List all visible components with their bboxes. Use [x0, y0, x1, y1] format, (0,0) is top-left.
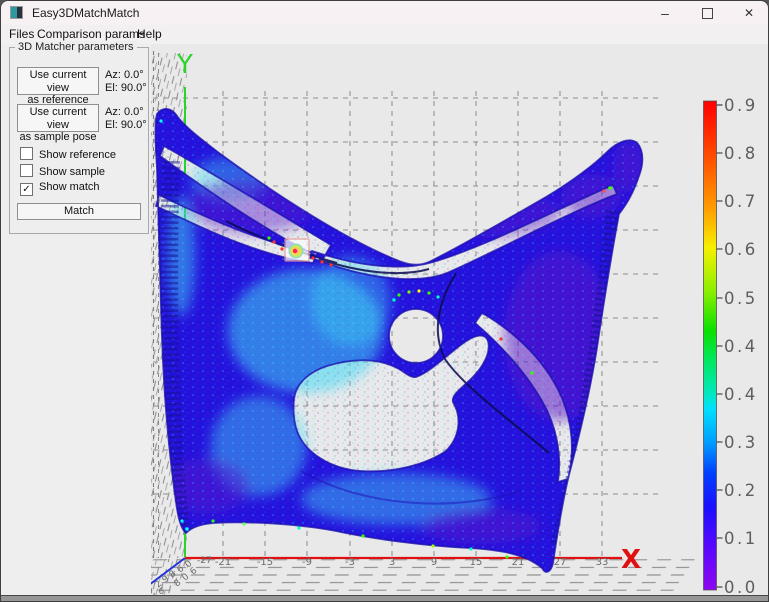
svg-text:3: 3 [389, 557, 395, 568]
svg-text:0.5: 0.5 [724, 289, 758, 308]
show-reference-checkbox[interactable] [20, 147, 33, 160]
title-bar[interactable]: Easy3DMatchMatch – ✕ [1, 1, 768, 25]
sample-pose-readout: Az: 0.0° El: 90.0° [105, 106, 147, 131]
menu-comparison-params[interactable]: Comparison params [37, 27, 145, 41]
svg-text:0.2: 0.2 [724, 481, 758, 500]
sample-azimuth: Az: 0.0° [105, 106, 147, 119]
x-axis-label: X [621, 545, 641, 575]
show-reference-label: Show reference [39, 149, 116, 161]
svg-text:-15: -15 [257, 557, 273, 568]
match-button[interactable]: Match [17, 203, 141, 220]
pick-marker[interactable] [285, 239, 309, 261]
svg-text:0.4: 0.4 [724, 337, 758, 356]
window-title: Easy3DMatchMatch [32, 6, 139, 20]
menu-help[interactable]: Help [137, 27, 162, 41]
show-reference-row: Show reference [20, 147, 116, 160]
svg-text:-27: -27 [197, 556, 212, 566]
minimize-button[interactable]: – [650, 1, 680, 25]
show-match-label: Show match [39, 181, 100, 193]
svg-text:-3: -3 [345, 557, 355, 568]
menu-files[interactable]: Files [9, 27, 34, 41]
colorbar-ticks [717, 105, 723, 587]
matcher-parameters-groupbox: 3D Matcher parameters Use current view a… [9, 47, 149, 234]
y-axis-label: Y [176, 50, 193, 80]
matcher-parameters-panel: 3D Matcher parameters Use current view a… [1, 44, 151, 602]
colorbar-labels: 0.9 0.8 0.7 0.6 0.5 0.4 0.4 0.3 0.2 0.1 … [724, 96, 758, 597]
sample-elevation: El: 90.0° [105, 119, 147, 132]
show-sample-label: Show sample [39, 166, 105, 178]
svg-text:0.7: 0.7 [724, 192, 758, 211]
app-window: Easy3DMatchMatch – ✕ Files Comparison pa… [0, 0, 769, 602]
sample-button-line2: as sample pose [18, 131, 98, 144]
svg-text:27: 27 [554, 557, 567, 568]
show-match-row: ✓ Show match [20, 181, 100, 194]
show-match-checkbox[interactable]: ✓ [20, 183, 33, 196]
use-view-reference-pose-button[interactable]: Use current view as reference pose [17, 67, 99, 95]
sample-button-line1: Use current view [18, 106, 98, 131]
svg-text:-9: -9 [302, 557, 312, 568]
reference-pose-readout: Az: 0.0° El: 90.0° [105, 69, 147, 94]
svg-text:15: 15 [470, 557, 483, 568]
reference-azimuth: Az: 0.0° [105, 69, 147, 82]
reference-button-line1: Use current view [18, 69, 98, 94]
svg-text:0.1: 0.1 [724, 529, 758, 548]
show-sample-row: Show sample [20, 164, 105, 177]
app-icon [10, 6, 23, 19]
reference-elevation: El: 90.0° [105, 82, 147, 95]
window-bottom-frame [1, 595, 768, 601]
show-sample-checkbox[interactable] [20, 164, 33, 177]
svg-text:9: 9 [431, 557, 437, 568]
svg-text:0.9: 0.9 [724, 96, 758, 115]
colorbar: 0.9 0.8 0.7 0.6 0.5 0.4 0.4 0.3 0.2 0.1 … [704, 96, 758, 597]
svg-text:-21: -21 [215, 557, 231, 568]
point-cloud [151, 101, 671, 591]
use-view-sample-pose-button[interactable]: Use current view as sample pose [17, 104, 99, 132]
svg-text:33: 33 [596, 557, 609, 568]
svg-text:0.3: 0.3 [724, 433, 758, 452]
maximize-button[interactable] [692, 1, 722, 25]
svg-text:21: 21 [512, 557, 525, 568]
close-button[interactable]: ✕ [734, 1, 764, 25]
svg-text:0.8: 0.8 [724, 144, 758, 163]
maximize-icon [702, 8, 713, 19]
svg-text:0.6: 0.6 [724, 240, 758, 259]
groupbox-title: 3D Matcher parameters [15, 41, 137, 53]
svg-text:0.4: 0.4 [724, 385, 758, 404]
